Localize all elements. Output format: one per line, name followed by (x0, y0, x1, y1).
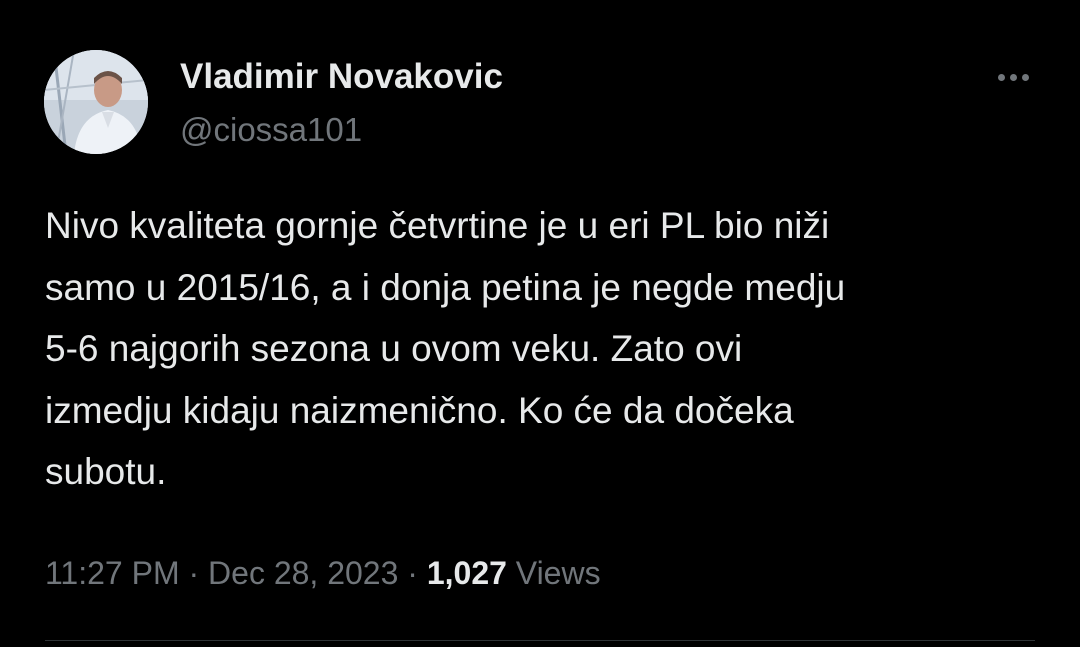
more-horizontal-icon-dot (1009, 73, 1017, 81)
meta-separator: · (188, 555, 200, 591)
views-label: Views (515, 555, 601, 591)
tweet-date[interactable]: Dec 28, 2023 (208, 555, 398, 591)
display-name[interactable]: Vladimir Novakovic (180, 56, 503, 98)
more-options-button[interactable] (986, 60, 1040, 94)
user-handle[interactable]: @ciossa101 (180, 110, 362, 150)
views-count[interactable]: 1,027 (427, 555, 507, 591)
avatar-image (44, 50, 148, 154)
divider (45, 640, 1035, 641)
more-horizontal-icon-dot (1021, 73, 1029, 81)
tweet-meta: 11:27 PM · Dec 28, 2023 · 1,027 Views (45, 552, 601, 594)
avatar[interactable] (44, 50, 148, 154)
meta-separator: · (407, 555, 418, 591)
tweet-time[interactable]: 11:27 PM (45, 555, 180, 591)
tweet-card: Vladimir Novakovic @ciossa101 Nivo kvali… (0, 0, 1080, 647)
tweet-text: Nivo kvaliteta gornje četvrtine je u eri… (45, 205, 846, 492)
more-horizontal-icon (997, 73, 1005, 81)
